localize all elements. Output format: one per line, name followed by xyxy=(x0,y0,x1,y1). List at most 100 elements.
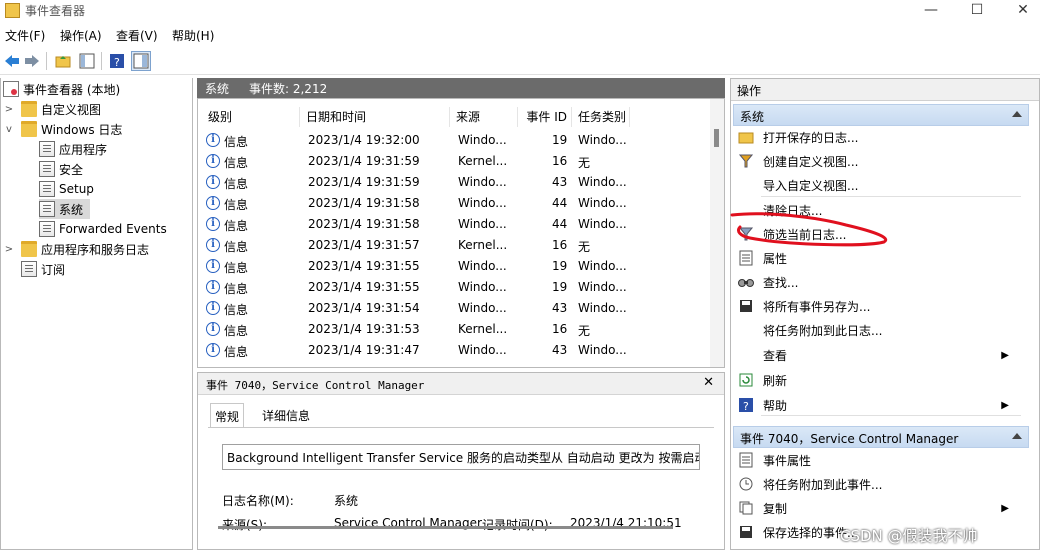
action-save-all-events[interactable]: 将所有事件另存为... xyxy=(733,295,1023,317)
chevron-down-icon[interactable]: v xyxy=(3,124,15,135)
tree-item-apps-services[interactable]: > 应用程序和服务日志 xyxy=(3,239,149,259)
log-icon xyxy=(39,141,55,157)
cell-datetime: 2023/1/4 19:31:47 xyxy=(308,343,420,357)
collapse-icon[interactable] xyxy=(1012,111,1022,117)
actions-section-event[interactable]: 事件 7040，Service Control Manager xyxy=(733,426,1029,448)
table-row[interactable]: i 信息 2023/1/4 19:31:53 Kernel... 16 无 xyxy=(202,319,708,340)
table-row[interactable]: i 信息 2023/1/4 19:31:54 Windo... 43 Windo... xyxy=(202,298,708,319)
folder-icon xyxy=(21,121,37,137)
tree-item-label: 应用程序 xyxy=(59,142,108,157)
column-header-source[interactable]: 来源 xyxy=(450,107,518,127)
close-icon[interactable]: ✕ xyxy=(703,375,714,390)
menu-file[interactable]: 文件(F) xyxy=(5,27,45,44)
action-pane-icon[interactable] xyxy=(131,51,151,71)
cell-event-id: 16 xyxy=(552,238,568,252)
toolbar: ? xyxy=(0,47,1040,75)
action-properties[interactable]: 属性 xyxy=(733,247,1023,269)
tree-item-subscriptions[interactable]: 订阅 xyxy=(21,259,65,279)
actions-section-system[interactable]: 系统 xyxy=(733,104,1029,126)
collapse-icon[interactable] xyxy=(1012,433,1022,439)
column-header-event-id[interactable]: 事件 ID xyxy=(518,107,572,127)
save-icon xyxy=(737,298,755,314)
menu-help[interactable]: 帮助(H) xyxy=(172,27,214,44)
column-header-level[interactable]: 级别 xyxy=(202,107,300,127)
info-icon: i xyxy=(206,175,220,189)
scrollbar-thumb[interactable] xyxy=(714,129,719,147)
column-header-task-category[interactable]: 任务类别 xyxy=(572,107,630,127)
action-open-saved-log[interactable]: 打开保存的日志... xyxy=(733,126,1023,148)
forward-arrow-icon[interactable] xyxy=(22,51,42,71)
event-list: 级别 日期和时间 来源 事件 ID 任务类别 i 信息 2023/1/4 19:32… xyxy=(197,98,725,368)
event-description[interactable]: Background Intelligent Transfer Service … xyxy=(222,444,700,470)
close-button[interactable]: ✕ xyxy=(1000,0,1040,22)
menu-action[interactable]: 操作(A) xyxy=(60,27,102,44)
watermark: CSDN @假装我不帅 xyxy=(840,527,978,545)
table-row[interactable]: i 信息 2023/1/4 19:32:00 Windo... 19 Windo... xyxy=(202,130,708,151)
table-row[interactable]: i 信息 2023/1/4 19:31:47 Windo... 43 Windo... xyxy=(202,340,708,361)
action-attach-task-to-log[interactable]: 将任务附加到此日志... xyxy=(733,319,1023,341)
cell-datetime: 2023/1/4 19:31:53 xyxy=(308,322,420,336)
app-icon xyxy=(5,3,20,18)
cell-datetime: 2023/1/4 19:31:57 xyxy=(308,238,420,252)
action-attach-task-to-event[interactable]: 将任务附加到此事件... xyxy=(733,473,1023,495)
tree-item-security[interactable]: 安全 xyxy=(39,159,83,179)
tree-item-label: 订阅 xyxy=(41,262,66,277)
action-label: 事件属性 xyxy=(763,453,812,468)
menu-view[interactable]: 查看(V) xyxy=(116,27,158,44)
cell-task-category: Windo... xyxy=(578,133,627,147)
tree-item-custom-views[interactable]: > 自定义视图 xyxy=(3,99,101,119)
table-row[interactable]: i 信息 2023/1/4 19:31:55 Windo... 19 Windo... xyxy=(202,277,708,298)
maximize-button[interactable]: ☐ xyxy=(954,0,1000,22)
chevron-right-icon[interactable]: > xyxy=(3,244,15,255)
tab-general[interactable]: 常规 xyxy=(210,403,245,427)
action-event-properties[interactable]: 事件属性 xyxy=(733,449,1023,471)
tree-item-system[interactable]: 系统 xyxy=(39,199,90,219)
cell-datetime: 2023/1/4 19:31:58 xyxy=(308,196,420,210)
cell-task-category: Windo... xyxy=(578,301,627,315)
blank-icon xyxy=(737,177,755,193)
cell-event-id: 19 xyxy=(552,280,568,294)
tree-root[interactable]: 事件查看器 (本地) xyxy=(3,79,120,99)
horizontal-scrollbar[interactable] xyxy=(210,523,700,533)
action-label: 将任务附加到此日志... xyxy=(763,323,883,338)
up-folder-icon[interactable] xyxy=(53,51,73,71)
column-header-datetime[interactable]: 日期和时间 xyxy=(300,107,450,127)
table-row[interactable]: i 信息 2023/1/4 19:31:58 Windo... 44 Windo... xyxy=(202,193,708,214)
table-row[interactable]: i 信息 2023/1/4 19:31:58 Windo... 44 Windo... xyxy=(202,214,708,235)
vertical-scrollbar[interactable] xyxy=(710,99,724,367)
detail-title: 事件 7040，Service Control Manager xyxy=(206,379,425,392)
action-copy[interactable]: 复制 ▶ xyxy=(733,497,1023,519)
cell-task-category: Windo... xyxy=(578,343,627,357)
table-row[interactable]: i 信息 2023/1/4 19:31:55 Windo... 19 Windo... xyxy=(202,256,708,277)
scrollbar-thumb[interactable] xyxy=(218,526,673,529)
cell-event-id: 43 xyxy=(552,343,568,357)
action-label: 帮助 xyxy=(763,398,788,413)
console-tree-icon[interactable] xyxy=(77,51,97,71)
table-row[interactable]: i 信息 2023/1/4 19:31:57 Kernel... 16 无 xyxy=(202,235,708,256)
action-find[interactable]: 查找... xyxy=(733,271,1023,293)
tab-details[interactable]: 详细信息 xyxy=(258,403,314,427)
chevron-right-icon[interactable]: > xyxy=(3,104,15,115)
action-help[interactable]: ? 帮助 ▶ xyxy=(733,394,1023,416)
minimize-button[interactable]: — xyxy=(908,0,954,22)
cell-source: Kernel... xyxy=(458,238,508,252)
info-icon: i xyxy=(206,196,220,210)
info-icon: i xyxy=(206,343,220,357)
red-annotation-mark xyxy=(730,212,888,247)
tree-item-application[interactable]: 应用程序 xyxy=(39,139,107,159)
action-label: 查找... xyxy=(763,275,799,290)
action-create-custom-view[interactable]: 创建自定义视图... xyxy=(733,150,1023,172)
tree-item-setup[interactable]: Setup xyxy=(39,179,94,199)
table-row[interactable]: i 信息 2023/1/4 19:31:59 Kernel... 16 无 xyxy=(202,151,708,172)
tree-root-label: 事件查看器 (本地) xyxy=(23,82,121,97)
back-arrow-icon[interactable] xyxy=(2,51,22,71)
table-row[interactable]: i 信息 2023/1/4 19:31:59 Windo... 43 Windo... xyxy=(202,172,708,193)
action-refresh[interactable]: 刷新 xyxy=(733,369,1023,391)
action-import-custom-view[interactable]: 导入自定义视图... xyxy=(733,174,1023,196)
properties-icon xyxy=(737,250,755,266)
help-icon[interactable]: ? xyxy=(107,51,127,71)
action-view[interactable]: 查看 ▶ xyxy=(733,344,1023,366)
subscription-icon xyxy=(21,261,37,277)
tree-item-windows-logs[interactable]: v Windows 日志 xyxy=(3,119,122,139)
tree-item-forwarded-events[interactable]: Forwarded Events xyxy=(39,219,167,239)
